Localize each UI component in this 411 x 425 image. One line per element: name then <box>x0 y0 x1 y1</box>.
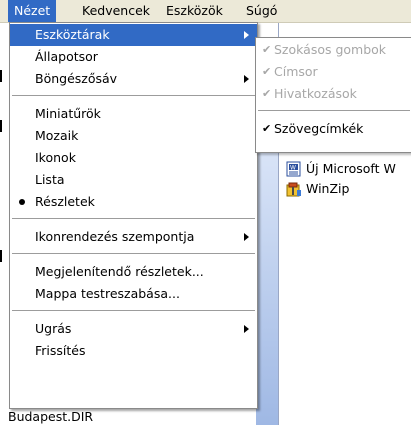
menu-bar: Nézet Kedvencek Eszközök Súgó <box>0 0 411 23</box>
submenu-item-label: Szokásos gombok <box>274 42 387 57</box>
submenu-item-szovegcimkek[interactable]: ✔ Szövegcímkék <box>256 118 411 140</box>
menu-item-megjelenitendo-reszletek[interactable]: Megjelenítendő részletek... <box>10 261 257 283</box>
submenu-item-hivatkozasok[interactable]: ✔ Hivatkozások <box>256 83 411 105</box>
menu-item-bongeszosav[interactable]: Böngészősáv <box>10 68 257 90</box>
menu-item-label: Ikonrendezés szempontja <box>35 229 195 244</box>
menu-item-mappa-testreszabasa[interactable]: Mappa testreszabása... <box>10 283 257 305</box>
menu-item-ikonok[interactable]: Ikonok <box>10 147 257 169</box>
submenu-arrow-icon <box>244 325 249 333</box>
check-icon: ✔ <box>262 43 272 56</box>
submenu-item-label: Címsor <box>274 64 318 79</box>
submenu-item-szokasos-gombok[interactable]: ✔ Szokásos gombok <box>256 39 411 61</box>
file-label: Új Microsoft W <box>306 161 396 176</box>
menu-item-ugras[interactable]: Ugrás <box>10 318 257 340</box>
background-edge-mark <box>0 70 2 82</box>
word-document-icon: W <box>286 161 302 177</box>
submenu-arrow-icon <box>244 233 249 241</box>
submenu-arrow-icon <box>244 75 249 83</box>
menu-item-label: Frissítés <box>35 343 86 358</box>
menu-item-mozaik[interactable]: Mozaik <box>10 125 257 147</box>
menu-item-eszkoztarak[interactable]: Eszköztárak <box>10 24 257 46</box>
folder-label[interactable]: Budapest.DIR <box>8 408 93 425</box>
menu-separator <box>12 253 255 254</box>
menu-eszkozok[interactable]: Eszközök <box>160 0 229 22</box>
menu-item-allapotsor[interactable]: Állapotsor <box>10 46 257 68</box>
submenu-item-cimsor[interactable]: ✔ Címsor <box>256 61 411 83</box>
check-icon: ✔ <box>262 122 272 135</box>
menu-item-reszletek[interactable]: Részletek <box>10 191 257 213</box>
menu-item-label: Lista <box>35 172 65 187</box>
submenu-separator <box>258 110 410 111</box>
radio-bullet-icon <box>19 199 25 205</box>
submenu-item-label: Hivatkozások <box>274 86 357 101</box>
menu-sugo[interactable]: Súgó <box>240 0 283 22</box>
menu-item-lista[interactable]: Lista <box>10 169 257 191</box>
toolbars-submenu: ✔ Szokásos gombok ✔ Címsor ✔ Hivatkozáso… <box>255 37 411 153</box>
background-edge-mark <box>0 120 2 132</box>
menu-item-label: Ikonok <box>35 150 76 165</box>
menu-item-ikonrendezes[interactable]: Ikonrendezés szempontja <box>10 226 257 248</box>
view-menu-dropdown: Eszköztárak Állapotsor Böngészősáv Minia… <box>9 22 258 409</box>
menu-separator <box>12 310 255 311</box>
svg-text:W: W <box>290 165 296 172</box>
check-icon: ✔ <box>262 65 272 78</box>
submenu-item-label: Szövegcímkék <box>274 121 364 136</box>
menu-item-label: Eszköztárak <box>35 27 110 42</box>
menu-item-label: Mappa testreszabása... <box>35 286 180 301</box>
winzip-icon <box>286 181 302 197</box>
menu-item-label: Böngészősáv <box>35 71 118 86</box>
file-label: WinZip <box>306 181 350 196</box>
menu-item-frissites[interactable]: Frissítés <box>10 340 257 362</box>
menu-nezet[interactable]: Nézet <box>8 0 57 22</box>
submenu-arrow-icon <box>244 31 249 39</box>
menu-item-label: Részletek <box>35 194 95 209</box>
menu-item-label: Állapotsor <box>35 49 98 64</box>
menu-item-label: Ugrás <box>35 321 72 336</box>
background-edge-mark <box>0 250 2 262</box>
menu-kedvencek[interactable]: Kedvencek <box>76 0 156 22</box>
menu-separator <box>12 95 255 96</box>
menu-separator <box>12 218 255 219</box>
menu-item-label: Megjelenítendő részletek... <box>35 264 204 279</box>
menu-item-miniaturok[interactable]: Miniatűrök <box>10 103 257 125</box>
menu-item-label: Mozaik <box>35 128 79 143</box>
task-pane-strip <box>256 150 278 425</box>
check-icon: ✔ <box>262 87 272 100</box>
menu-item-label: Miniatűrök <box>35 106 101 121</box>
